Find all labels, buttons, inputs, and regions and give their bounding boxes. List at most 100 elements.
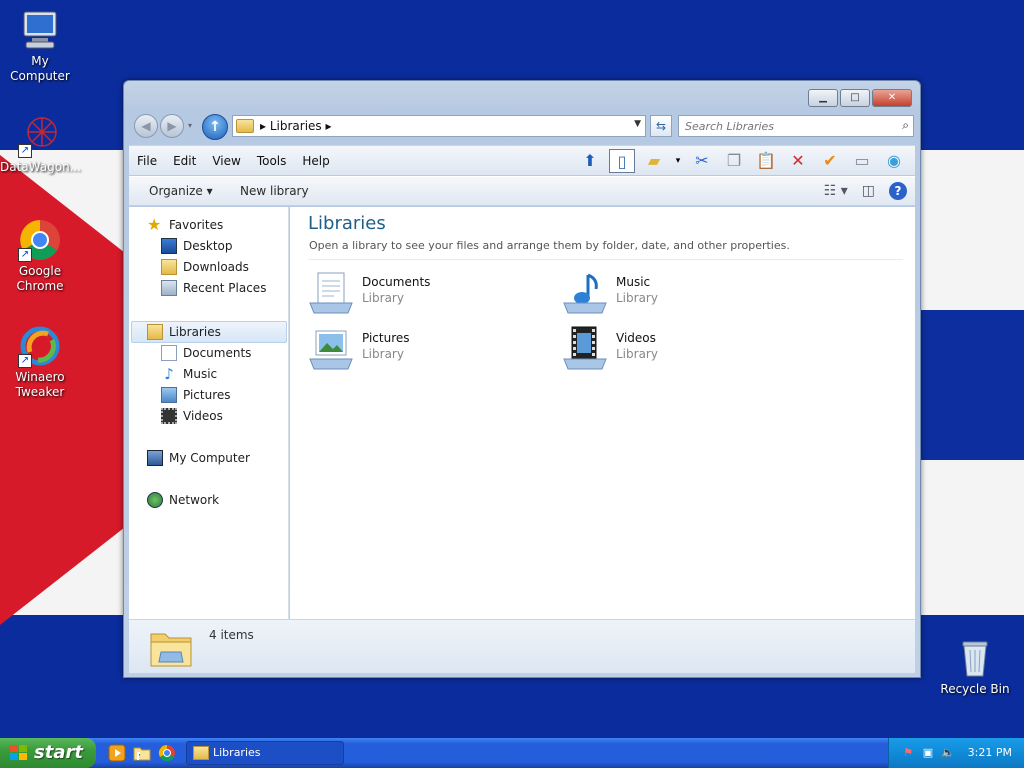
toolbar-icons: ⬆ ▯ ▰ ▾ ✂ ❐ 📋 ✕ ✔ ▭ ◉: [577, 149, 907, 173]
forward-button[interactable]: ▶: [160, 114, 184, 138]
nav-item-documents[interactable]: Documents: [161, 343, 251, 363]
desktop-icon-winaero-tweaker[interactable]: ↗ Winaero Tweaker: [0, 324, 80, 400]
computer-icon: [18, 8, 62, 52]
search-input[interactable]: [679, 116, 879, 136]
shortcut-arrow-icon: ↗: [18, 248, 32, 262]
history-dropdown-icon[interactable]: ▾: [188, 121, 192, 130]
nav-item-music[interactable]: ♪ Music: [161, 364, 217, 384]
maximize-button[interactable]: □: [840, 89, 870, 107]
datawagon-icon: ↗: [18, 114, 62, 158]
network-tray-icon[interactable]: ▣: [921, 746, 935, 760]
chrome-quicklaunch-icon[interactable]: [158, 744, 176, 762]
desktop-icon-google-chrome[interactable]: ↗ Google Chrome: [0, 218, 80, 294]
computer-icon: [147, 450, 163, 466]
nav-item-label: Pictures: [183, 388, 231, 402]
copy-icon[interactable]: ❐: [721, 149, 747, 173]
taskbar-button-libraries[interactable]: Libraries: [186, 741, 344, 765]
refresh-button[interactable]: ⇆: [650, 115, 672, 137]
libraries-folder-icon: [193, 746, 209, 760]
menu-tools[interactable]: Tools: [257, 154, 287, 168]
explorer-quicklaunch-icon[interactable]: [133, 744, 151, 762]
library-tile-documents[interactable]: Documents Library: [308, 269, 548, 317]
address-bar: ◀ ▶ ▾ ↑ ▸ Libraries ▸ ▼ ⇆ ⌕: [132, 113, 914, 140]
downloads-icon: [161, 259, 177, 275]
nav-item-favorites[interactable]: ★ Favorites: [147, 215, 223, 235]
chrome-icon: ↗: [18, 218, 62, 262]
security-alert-icon[interactable]: ⚑: [901, 746, 915, 760]
divider: [308, 259, 903, 260]
desktop-icon-label: Winaero Tweaker: [15, 370, 65, 399]
nav-item-label: Desktop: [183, 239, 233, 253]
volume-icon[interactable]: 🔈: [941, 746, 955, 760]
menu-bar: File Edit View Tools Help ⬆ ▯ ▰ ▾ ✂ ❐ 📋 …: [129, 145, 915, 175]
help-icon[interactable]: ?: [889, 182, 907, 200]
new-library-button[interactable]: New library: [240, 184, 309, 198]
properties-icon[interactable]: ▭: [849, 149, 875, 173]
clock[interactable]: 3:21 PM: [968, 746, 1012, 759]
nav-item-downloads[interactable]: Downloads: [161, 257, 249, 277]
library-name: Pictures: [362, 331, 410, 345]
cut-icon[interactable]: ✂: [689, 149, 715, 173]
up-toolbar-icon[interactable]: ⬆: [577, 149, 603, 173]
view-options-icon[interactable]: ☷ ▾: [824, 183, 848, 199]
nav-item-pictures[interactable]: Pictures: [161, 385, 231, 405]
explorer-window[interactable]: ▁ □ ✕ ◀ ▶ ▾ ↑ ▸ Libraries ▸ ▼ ⇆ ⌕ File E…: [123, 80, 921, 678]
desktop-icon-datawagon[interactable]: ↗ DataWagon...: [0, 114, 82, 175]
menu-help[interactable]: Help: [302, 154, 329, 168]
delete-icon[interactable]: ✕: [785, 149, 811, 173]
library-tile-pictures[interactable]: Pictures Library: [308, 325, 548, 373]
library-tile-music[interactable]: Music Library: [562, 269, 802, 317]
recycle-bin-icon: [953, 636, 997, 680]
desktop-icon-label: DataWagon...: [0, 160, 82, 174]
start-button[interactable]: start: [0, 738, 96, 768]
nav-item-network[interactable]: Network: [147, 490, 219, 510]
menu-file[interactable]: File: [137, 154, 157, 168]
back-button[interactable]: ◀: [134, 114, 158, 138]
library-tile-videos[interactable]: Videos Library: [562, 325, 802, 373]
menu-view[interactable]: View: [212, 154, 240, 168]
item-count: 4 items: [209, 628, 254, 642]
libraries-icon: [147, 324, 163, 340]
start-label: start: [34, 742, 83, 763]
nav-item-libraries[interactable]: Libraries: [147, 322, 221, 342]
address-dropdown-icon[interactable]: ▼: [634, 119, 641, 129]
desktop-icon-recycle-bin[interactable]: Recycle Bin: [935, 636, 1015, 697]
check-icon[interactable]: ✔: [817, 149, 843, 173]
search-box[interactable]: ⌕: [678, 115, 914, 137]
folder-check-icon[interactable]: ▰: [641, 149, 667, 173]
shortcut-arrow-icon: ↗: [18, 354, 32, 368]
address-field[interactable]: ▸ Libraries ▸ ▼: [232, 115, 646, 137]
nav-item-label: Downloads: [183, 260, 249, 274]
desktop-icon-label: My Computer: [10, 54, 70, 83]
nav-item-videos[interactable]: Videos: [161, 406, 223, 426]
up-button[interactable]: ↑: [202, 114, 228, 140]
media-player-quicklaunch-icon[interactable]: [108, 744, 126, 762]
desktop: My Computer ↗ DataWagon... ↗ Google Chro…: [0, 0, 1024, 738]
organize-button[interactable]: Organize ▾: [149, 184, 213, 198]
address-path[interactable]: Libraries: [270, 119, 322, 133]
nav-item-recent-places[interactable]: Recent Places: [161, 278, 266, 298]
winaero-icon: ↗: [18, 324, 62, 368]
desktop-icon-label: Recycle Bin: [940, 682, 1010, 696]
desktop-icon: [161, 238, 177, 254]
organize-label: Organize: [149, 184, 203, 198]
minimize-button[interactable]: ▁: [808, 89, 838, 107]
dropdown-icon[interactable]: ▾: [673, 149, 683, 173]
preview-pane-icon[interactable]: ◫: [862, 183, 875, 199]
recent-places-icon: [161, 280, 177, 296]
music-icon: ♪: [164, 365, 174, 383]
close-button[interactable]: ✕: [872, 89, 912, 107]
desktop-icon-my-computer[interactable]: My Computer: [0, 8, 80, 84]
menu-edit[interactable]: Edit: [173, 154, 196, 168]
library-type: Library: [362, 347, 404, 361]
content-pane: Libraries Open a library to see your fil…: [290, 207, 915, 619]
taskbar: start Libraries ⚑ ▣ 🔈 3:21 PM: [0, 738, 1024, 768]
pane-toolbar-icon[interactable]: ▯: [609, 149, 635, 173]
navigation-pane: ★ Favorites Desktop Downloads Recent Plac…: [129, 207, 289, 619]
paste-icon[interactable]: 📋: [753, 149, 779, 173]
nav-item-desktop[interactable]: Desktop: [161, 236, 233, 256]
content-subtitle: Open a library to see your files and arr…: [309, 239, 790, 252]
globe-icon[interactable]: ◉: [881, 149, 907, 173]
nav-item-my-computer[interactable]: My Computer: [147, 448, 250, 468]
search-icon[interactable]: ⌕: [902, 118, 909, 133]
